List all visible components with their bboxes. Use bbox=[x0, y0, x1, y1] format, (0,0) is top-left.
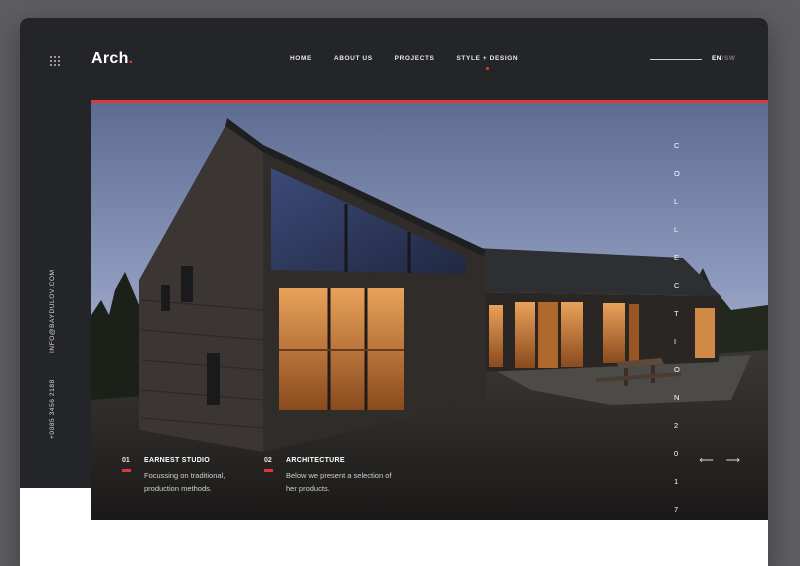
hero-image: COL LEC TION 2017 01 EARNEST STUDIO Focu… bbox=[91, 100, 768, 520]
feature-number: 02 bbox=[264, 457, 272, 464]
nav-about-us[interactable]: ABOUT US bbox=[334, 55, 373, 62]
contact-email[interactable]: INFO@BAYDULOV.COM bbox=[49, 269, 56, 353]
feature-accent-mark bbox=[122, 469, 131, 472]
feature-number: 01 bbox=[122, 457, 130, 464]
feature-title: ARCHITECTURE bbox=[286, 457, 345, 464]
lang-en[interactable]: EN bbox=[712, 55, 722, 62]
main-nav: HOME ABOUT US PROJECTS STYLE + DESIGN bbox=[290, 55, 519, 70]
browser-window: Arch. HOME ABOUT US PROJECTS STYLE + DES… bbox=[20, 18, 768, 566]
lang-divider-line bbox=[650, 59, 702, 60]
feature-title: EARNEST STUDIO bbox=[144, 457, 211, 464]
contact-phone[interactable]: +0085 3456 2188 bbox=[49, 379, 56, 439]
slider-arrows: ⟵ ⟶ bbox=[699, 456, 740, 466]
brand-logo[interactable]: Arch. bbox=[91, 50, 133, 68]
nav-projects[interactable]: PROJECTS bbox=[395, 55, 435, 62]
lang-sw[interactable]: SW bbox=[724, 55, 735, 62]
brand-name: Arch bbox=[91, 50, 129, 67]
feature-accent-mark bbox=[264, 469, 273, 472]
language-switcher: EN/SW bbox=[712, 55, 735, 62]
nav-home[interactable]: HOME bbox=[290, 55, 312, 62]
hero-accent-bar bbox=[91, 100, 768, 103]
brand-dot: . bbox=[128, 50, 134, 67]
feature-description: Below we present a selection of her prod… bbox=[286, 471, 392, 493]
feature-description: Focussing on traditional, production met… bbox=[144, 471, 226, 493]
arrow-left-icon[interactable]: ⟵ bbox=[699, 456, 713, 466]
grid-menu-icon[interactable] bbox=[50, 56, 60, 66]
arrow-right-icon[interactable]: ⟶ bbox=[726, 456, 740, 466]
nav-style-design[interactable]: STYLE + DESIGN bbox=[457, 55, 519, 70]
